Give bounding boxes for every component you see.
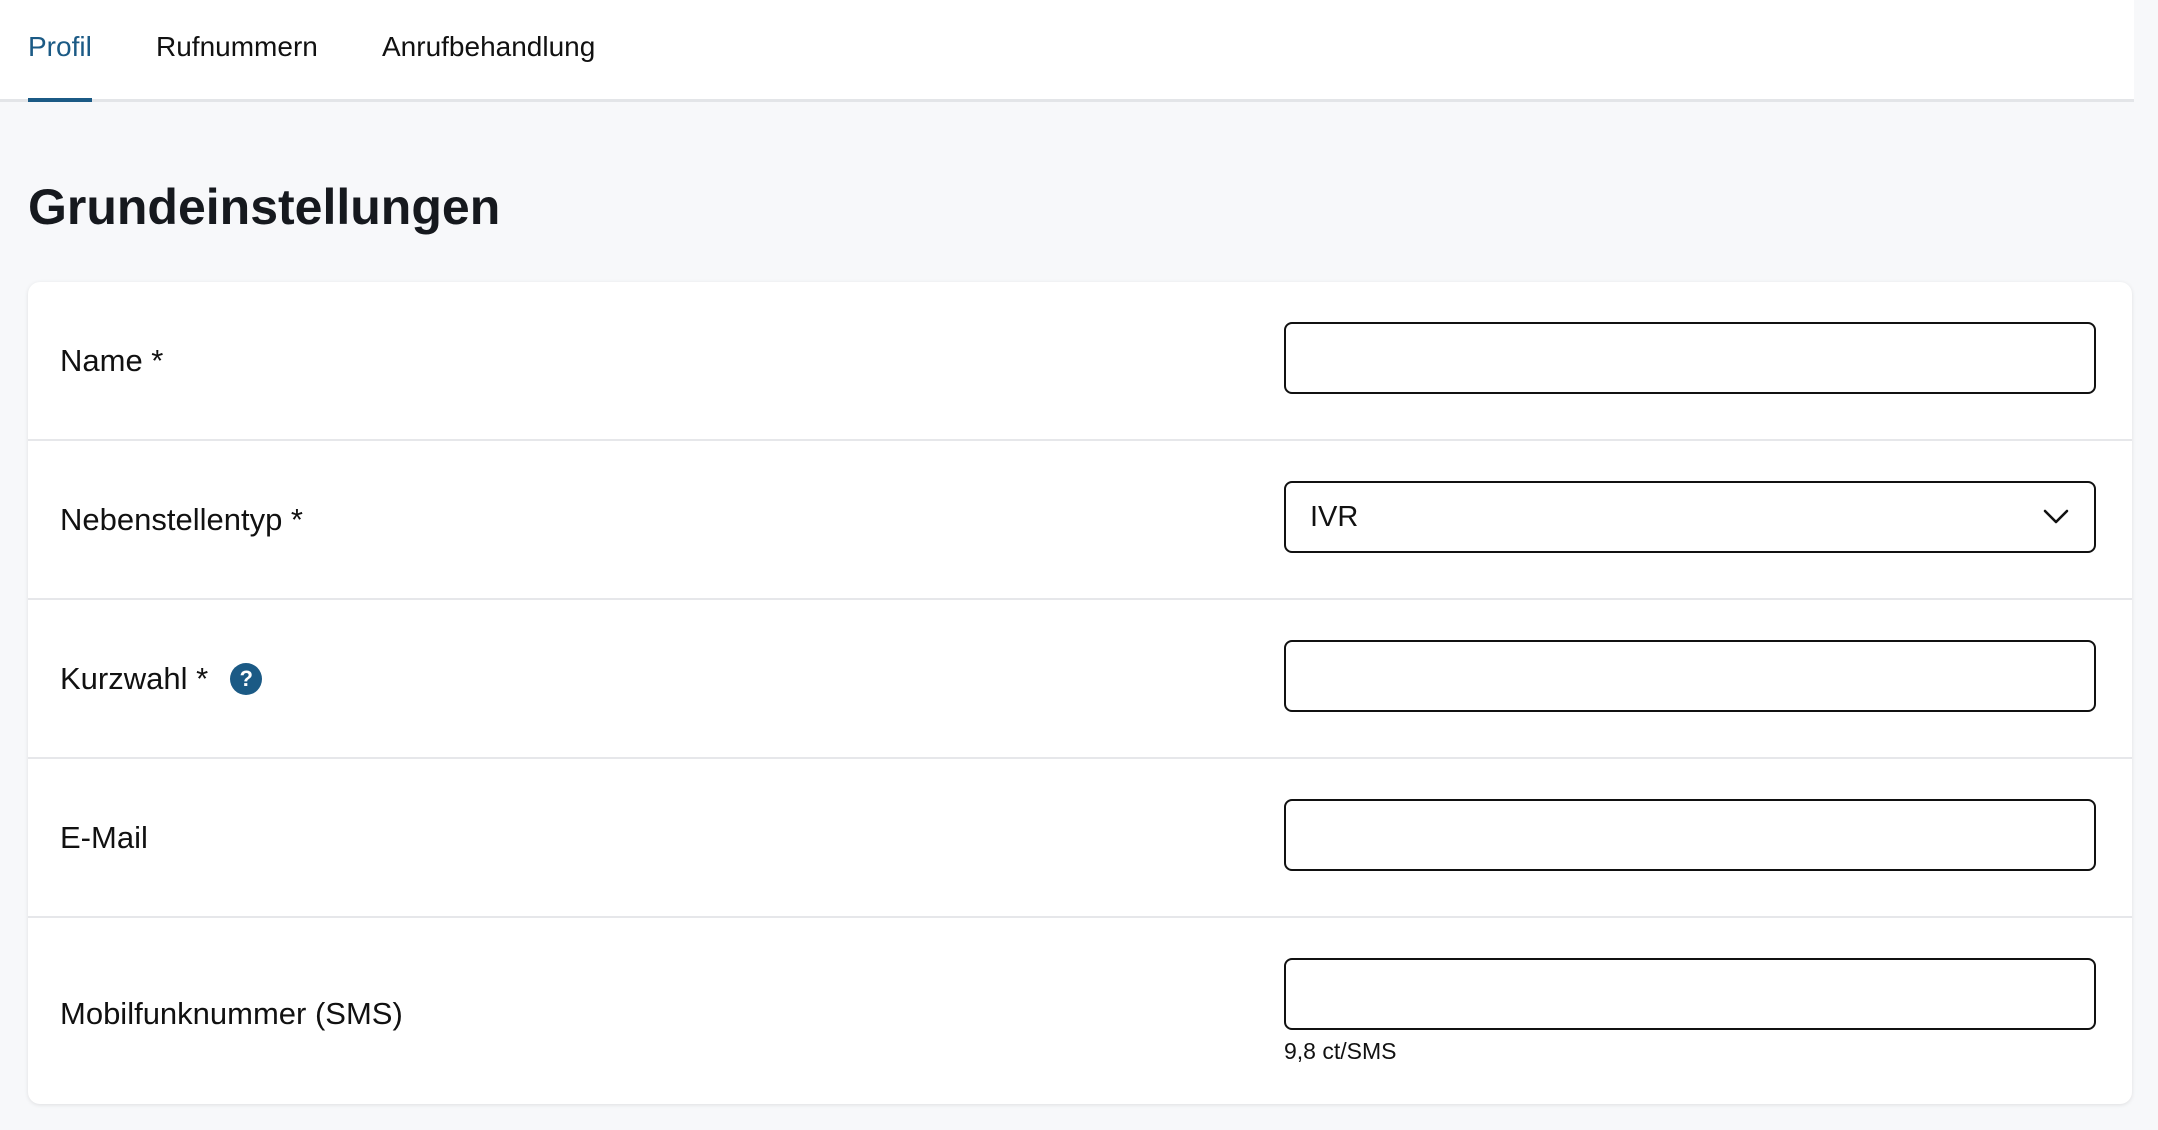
row-extension-type: Nebenstellentyp * IVR — [28, 441, 2132, 600]
short-dial-label: Kurzwahl * ? — [60, 600, 263, 757]
mobile-input[interactable] — [1284, 958, 2096, 1030]
email-label: E-Mail — [60, 759, 148, 916]
name-label-text: Name * — [60, 342, 164, 378]
name-input[interactable] — [1284, 322, 2096, 394]
email-label-text: E-Mail — [60, 819, 148, 855]
extension-type-value: IVR — [1310, 500, 1359, 533]
mobile-label-text: Mobilfunknummer (SMS) — [60, 996, 403, 1031]
section-title: Grundeinstellungen — [28, 179, 501, 235]
short-dial-input[interactable] — [1284, 640, 2096, 712]
extension-type-label: Nebenstellentyp * — [60, 441, 303, 598]
row-name: Name * — [28, 282, 2132, 441]
extension-type-select[interactable]: IVR — [1284, 481, 2096, 553]
name-label: Name * — [60, 282, 163, 439]
short-dial-label-text: Kurzwahl * — [60, 660, 209, 696]
chevron-down-icon — [2042, 503, 2070, 531]
tab-profil[interactable]: Profil — [28, 0, 92, 102]
email-input[interactable] — [1284, 799, 2096, 871]
row-short-dial: Kurzwahl * ? — [28, 600, 2132, 759]
extension-type-label-text: Nebenstellentyp * — [60, 501, 303, 537]
tab-bar: Profil Rufnummern Anrufbehandlung — [0, 0, 2134, 102]
tab-anrufbehandlung[interactable]: Anrufbehandlung — [382, 0, 595, 99]
sms-cost-hint: 9,8 ct/SMS — [1284, 1038, 1397, 1064]
help-icon[interactable]: ? — [230, 662, 263, 695]
row-mobile: Mobilfunknummer (SMS) 9,8 ct/SMS — [28, 918, 2132, 1104]
settings-card: Name * Nebenstellentyp * IVR Kurzwahl * … — [28, 282, 2132, 1104]
row-email: E-Mail — [28, 759, 2132, 918]
tab-rufnummern[interactable]: Rufnummern — [156, 0, 318, 99]
mobile-label: Mobilfunknummer (SMS) — [60, 918, 403, 1104]
